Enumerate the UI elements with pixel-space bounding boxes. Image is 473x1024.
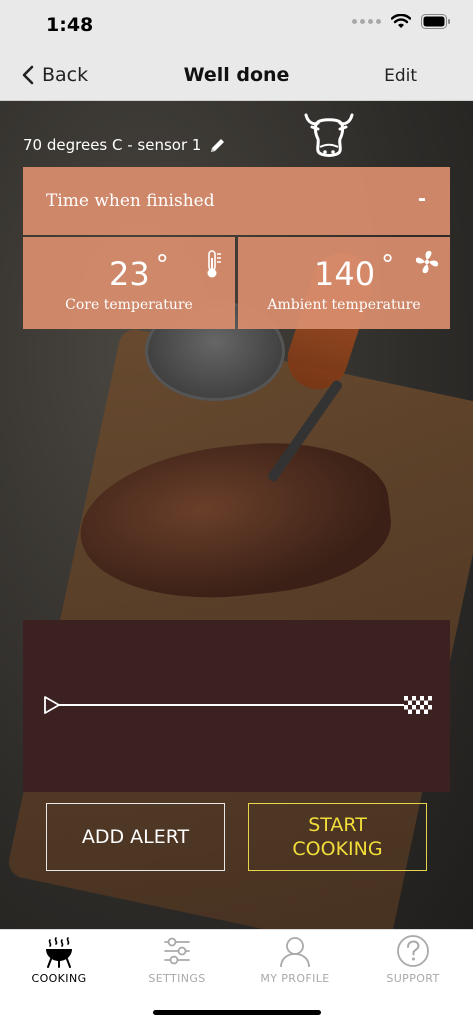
home-indicator[interactable] — [153, 1010, 321, 1015]
core-temperature-caption: Core temperature — [65, 297, 193, 313]
chevron-left-icon — [22, 65, 34, 85]
add-alert-button[interactable]: ADD ALERT — [46, 803, 225, 871]
fan-icon — [415, 250, 439, 274]
wifi-icon — [391, 14, 411, 28]
edit-button[interactable]: Edit — [384, 66, 417, 86]
tab-my-profile[interactable]: MY PROFILE — [236, 934, 354, 985]
nav-bar: Back Well done Edit — [0, 50, 473, 101]
tab-cooking[interactable]: COOKING — [0, 934, 118, 985]
back-button[interactable]: Back — [22, 64, 88, 86]
ambient-temperature-unit: ° — [381, 250, 395, 280]
sensor-label[interactable]: 70 degrees C - sensor 1 — [23, 136, 226, 154]
core-temperature-tile[interactable]: 23 ° Core temperature — [23, 237, 235, 329]
progress-track[interactable] — [57, 704, 417, 706]
status-bar: 1:48 — [0, 0, 473, 50]
tab-my-profile-label: MY PROFILE — [260, 972, 330, 985]
sliders-icon — [164, 937, 190, 965]
battery-icon — [421, 14, 450, 29]
ambient-temperature-value: 140 ° — [314, 250, 394, 293]
sensor-label-text: 70 degrees C - sensor 1 — [23, 136, 202, 154]
pencil-icon[interactable] — [209, 137, 226, 154]
tab-support[interactable]: SUPPORT — [354, 934, 472, 985]
time-when-finished-bar[interactable]: Time when finished - — [23, 167, 450, 235]
status-time: 1:48 — [46, 14, 94, 36]
tab-support-label: SUPPORT — [386, 972, 440, 985]
start-cooking-label-line2: COOKING — [292, 838, 383, 860]
ambient-temperature-number: 140 — [314, 255, 376, 293]
checkered-flag-icon — [404, 696, 432, 714]
tab-settings-label: SETTINGS — [148, 972, 206, 985]
core-temperature-value: 23 ° — [109, 250, 169, 293]
start-cooking-button[interactable]: START COOKING — [248, 803, 427, 871]
help-icon — [397, 935, 429, 967]
ambient-temperature-caption: Ambient temperature — [267, 297, 421, 313]
ambient-temperature-tile[interactable]: 140 ° Ambient temperature — [238, 237, 450, 329]
cooking-view: 70 degrees C - sensor 1 Time when finish… — [0, 101, 473, 929]
collapse-toggle-button[interactable]: - — [418, 185, 426, 213]
grill-icon — [46, 937, 72, 968]
person-icon — [280, 937, 310, 968]
back-label: Back — [42, 64, 89, 86]
start-cooking-label-line1: START — [308, 814, 367, 836]
tab-settings[interactable]: SETTINGS — [118, 934, 236, 985]
core-temperature-number: 23 — [109, 255, 150, 293]
thermometer-icon — [207, 250, 221, 278]
cooking-progress-panel — [23, 620, 450, 792]
signal-icon — [352, 19, 381, 24]
start-cooking-label: START COOKING — [292, 813, 382, 861]
time-when-finished-label: Time when finished — [46, 191, 215, 211]
status-icons — [352, 14, 451, 29]
core-temperature-unit: ° — [155, 250, 169, 280]
cow-icon[interactable] — [300, 109, 358, 161]
tab-cooking-label: COOKING — [31, 972, 87, 985]
